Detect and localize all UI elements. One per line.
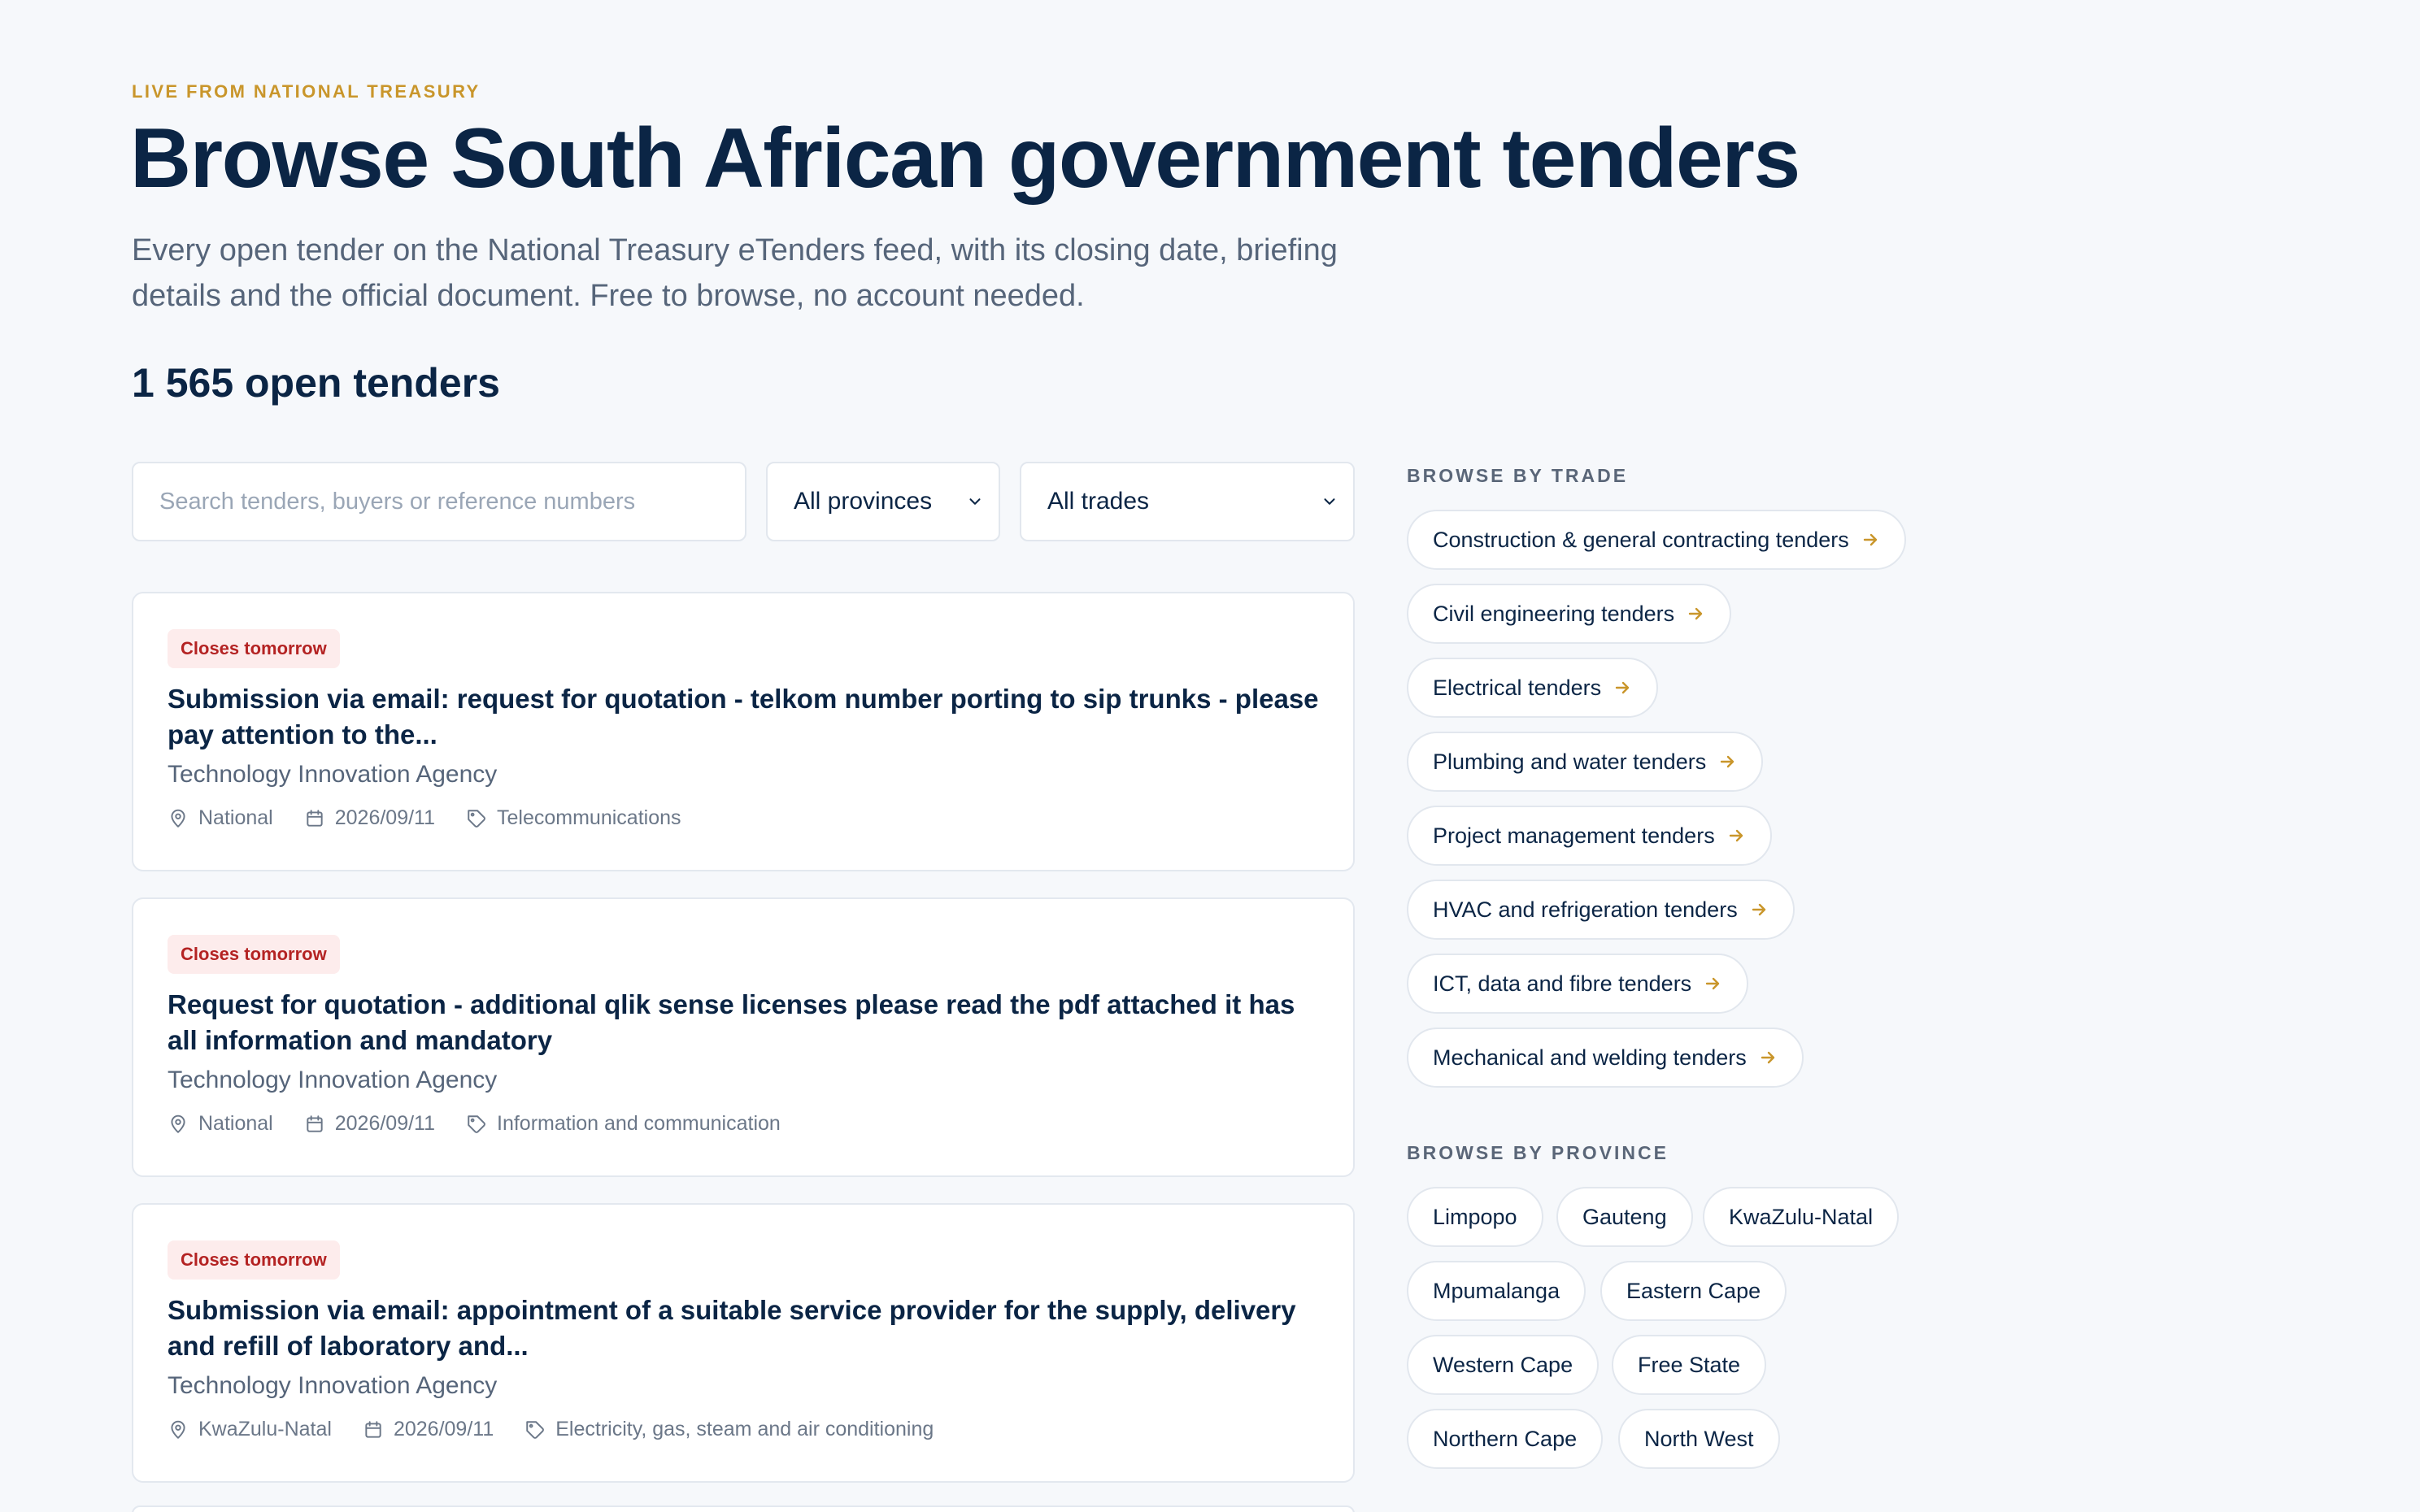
province-link-label: KwaZulu-Natal xyxy=(1729,1204,1874,1229)
arrow-right-icon xyxy=(1688,607,1703,620)
meta-date: 2026/09/11 xyxy=(363,1418,494,1441)
calendar-icon xyxy=(307,809,323,827)
category-text: Electricity, gas, steam and air conditio… xyxy=(555,1418,934,1440)
tender-title[interactable]: Request for quotation - additional qlik … xyxy=(168,987,1322,1058)
trade-link-label: Civil engineering tenders xyxy=(1433,601,1675,626)
meta-location: KwaZulu-Natal xyxy=(168,1418,332,1441)
chevron-down-icon xyxy=(969,498,981,505)
province-select[interactable]: All provinces xyxy=(766,462,1000,541)
calendar-icon xyxy=(307,1114,323,1132)
trade-link-label: Electrical tenders xyxy=(1433,675,1602,700)
arrow-right-icon xyxy=(1729,829,1743,842)
chevron-down-icon xyxy=(1324,498,1335,505)
arrow-right-icon xyxy=(1705,977,1720,990)
province-heading: BROWSE BY PROVINCE xyxy=(1407,1142,1669,1163)
meta-category: Electricity, gas, steam and air conditio… xyxy=(524,1418,934,1441)
tag-icon xyxy=(468,809,485,828)
page-title: Browse South African government tenders xyxy=(130,111,1800,206)
trade-link-ict[interactable]: ICT, data and fibre tenders xyxy=(1407,954,1749,1014)
closing-badge: Closes tomorrow xyxy=(168,1240,340,1280)
trade-link-construction[interactable]: Construction & general contracting tende… xyxy=(1407,510,1906,570)
closing-badge: Closes tomorrow xyxy=(168,629,340,668)
map-pin-icon xyxy=(171,1420,185,1439)
trade-link-label: Plumbing and water tenders xyxy=(1433,749,1707,774)
eyebrow-label: LIVE FROM NATIONAL TREASURY xyxy=(132,81,481,102)
arrow-right-icon xyxy=(1615,681,1630,694)
trade-select[interactable]: All trades xyxy=(1020,462,1355,541)
date-text: 2026/09/11 xyxy=(393,1418,494,1440)
province-link-eastern-cape[interactable]: Eastern Cape xyxy=(1600,1261,1787,1321)
tender-title[interactable]: Submission via email: appointment of a s… xyxy=(168,1293,1322,1364)
category-text: Telecommunications xyxy=(497,806,681,829)
province-link-label: Limpopo xyxy=(1433,1204,1517,1229)
province-link-label: Free State xyxy=(1638,1352,1741,1377)
trade-select-value: All trades xyxy=(1047,488,1150,515)
trade-link-electrical[interactable]: Electrical tenders xyxy=(1407,658,1659,718)
province-link-western-cape[interactable]: Western Cape xyxy=(1407,1335,1600,1395)
tender-count: 1 565 open tenders xyxy=(132,360,500,406)
province-link-label: Gauteng xyxy=(1582,1204,1667,1229)
trade-link-civil[interactable]: Civil engineering tenders xyxy=(1407,584,1732,644)
map-pin-icon xyxy=(171,809,185,828)
trade-link-mechanical[interactable]: Mechanical and welding tenders xyxy=(1407,1028,1804,1088)
trade-link-label: HVAC and refrigeration tenders xyxy=(1433,897,1738,922)
province-link-label: North West xyxy=(1644,1426,1754,1451)
meta-category: Telecommunications xyxy=(466,806,681,830)
map-pin-icon xyxy=(171,1114,185,1133)
trade-link-label: Construction & general contracting tende… xyxy=(1433,527,1849,552)
tender-meta: National 2026/09/11 Telecommunications xyxy=(168,806,681,830)
arrow-right-icon xyxy=(1863,533,1877,546)
tender-card[interactable]: Closes tomorrow Request for quotation - … xyxy=(132,897,1355,1177)
province-link-gauteng[interactable]: Gauteng xyxy=(1556,1187,1693,1247)
tender-card-partial xyxy=(132,1505,1355,1512)
trade-link-label: Project management tenders xyxy=(1433,823,1715,848)
province-link-free-state[interactable]: Free State xyxy=(1612,1335,1767,1395)
province-link-label: Western Cape xyxy=(1433,1352,1573,1377)
tender-meta: KwaZulu-Natal 2026/09/11 Electricity, ga… xyxy=(168,1418,934,1441)
province-link-label: Northern Cape xyxy=(1433,1426,1578,1451)
tag-icon xyxy=(526,1420,545,1439)
province-link-mpumalanga[interactable]: Mpumalanga xyxy=(1407,1261,1586,1321)
meta-location: National xyxy=(168,806,273,830)
tender-buyer: Technology Innovation Agency xyxy=(168,761,498,788)
meta-date: 2026/09/11 xyxy=(304,1112,435,1136)
search-input[interactable] xyxy=(132,462,746,541)
province-link-label: Eastern Cape xyxy=(1626,1278,1761,1303)
trade-link-label: Mechanical and welding tenders xyxy=(1433,1045,1747,1070)
province-link-north-west[interactable]: North West xyxy=(1618,1409,1780,1469)
meta-location: National xyxy=(168,1112,273,1136)
trade-link-project-management[interactable]: Project management tenders xyxy=(1407,806,1772,866)
meta-date: 2026/09/11 xyxy=(304,806,435,830)
province-link-limpopo[interactable]: Limpopo xyxy=(1407,1187,1543,1247)
meta-category: Information and communication xyxy=(466,1112,781,1136)
trade-link-hvac[interactable]: HVAC and refrigeration tenders xyxy=(1407,880,1795,940)
tender-card[interactable]: Closes tomorrow Submission via email: ap… xyxy=(132,1203,1355,1483)
province-select-value: All provinces xyxy=(794,488,933,515)
tender-meta: National 2026/09/11 Information and comm… xyxy=(168,1112,781,1136)
date-text: 2026/09/11 xyxy=(334,1112,436,1135)
page-subtitle: Every open tender on the National Treasu… xyxy=(132,233,1338,313)
tender-title[interactable]: Submission via email: request for quotat… xyxy=(168,681,1322,753)
closing-badge: Closes tomorrow xyxy=(168,935,340,974)
location-text: National xyxy=(198,1112,273,1135)
arrow-right-icon xyxy=(1761,1051,1774,1064)
location-text: KwaZulu-Natal xyxy=(198,1418,332,1440)
trade-link-plumbing[interactable]: Plumbing and water tenders xyxy=(1407,732,1764,792)
date-text: 2026/09/11 xyxy=(334,806,436,829)
tender-buyer: Technology Innovation Agency xyxy=(168,1372,498,1399)
location-text: National xyxy=(198,806,273,829)
province-link-kwazulu-natal[interactable]: KwaZulu-Natal xyxy=(1703,1187,1900,1247)
calendar-icon xyxy=(365,1420,381,1438)
province-link-northern-cape[interactable]: Northern Cape xyxy=(1407,1409,1604,1469)
arrow-right-icon xyxy=(1752,903,1765,916)
category-text: Information and communication xyxy=(497,1112,781,1135)
trade-link-label: ICT, data and fibre tenders xyxy=(1433,971,1692,996)
page: LIVE FROM NATIONAL TREASURY Browse South… xyxy=(0,0,2420,1512)
province-link-label: Mpumalanga xyxy=(1433,1278,1560,1303)
tag-icon xyxy=(468,1114,485,1133)
tender-buyer: Technology Innovation Agency xyxy=(168,1067,498,1093)
tender-card[interactable]: Closes tomorrow Submission via email: re… xyxy=(132,592,1355,871)
trade-heading: BROWSE BY TRADE xyxy=(1407,465,1629,486)
arrow-right-icon xyxy=(1721,755,1734,768)
